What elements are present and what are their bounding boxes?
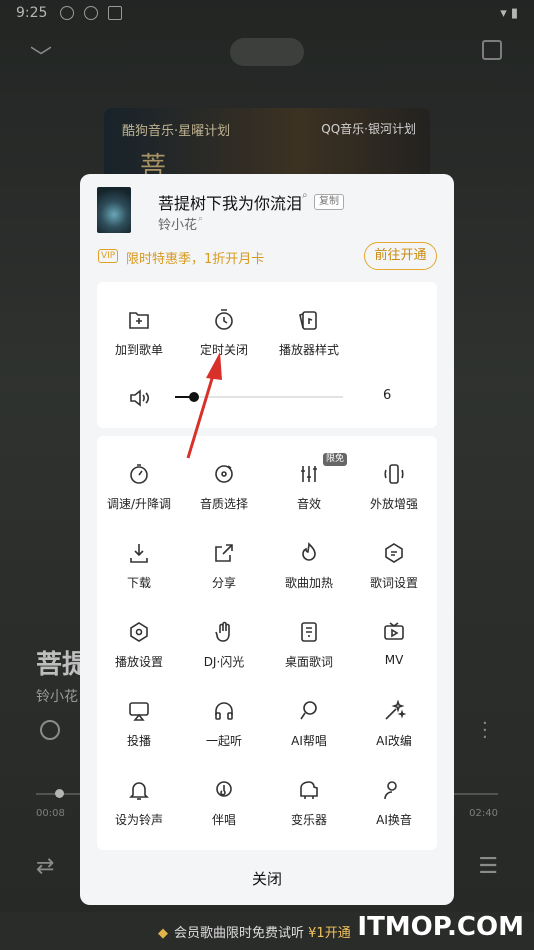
speed-button[interactable]: 调速/升降调 [97,462,181,512]
sleep-timer-button[interactable]: 定时关闭 [182,308,266,358]
item-label: 桌面歌词 [284,655,333,669]
ai-voice-icon [382,778,406,802]
item-label: 设为铃声 [114,813,163,827]
item-label: 播放设置 [114,655,163,669]
item-label: 音质选择 [199,497,248,511]
ai-voice-button[interactable]: AI换音 [352,778,436,828]
dj-hand-button[interactable]: DJ·闪光 [182,620,266,670]
diamond-icon: ◆ [158,926,168,941]
download-icon [127,541,151,565]
more-options-sheet: 菩提树下我为你流泪 ⌕ 复制 铃小花 ⌕ VIP 限时特惠季，1折开月卡 前往开… [80,174,454,905]
item-label: 分享 [211,576,236,590]
vip-badge: VIP [98,249,119,263]
headphones-button[interactable]: 一起听 [182,699,266,749]
flame-button[interactable]: 歌曲加热 [267,541,351,591]
more-functions-card: 限免 调速/升降调 音质选择 音效 外放增强 下载 分享 歌曲加热 歌词设置 播放设置 DJ·闪光… [97,436,437,850]
item-label: 变乐器 [290,813,327,827]
tv-button[interactable]: MV [352,620,436,667]
item-label: 播放器样式 [278,343,339,357]
bell-button[interactable]: 设为铃声 [97,778,181,828]
folder-plus-icon [127,308,151,332]
volume-slider[interactable] [175,396,343,398]
accompany-button[interactable]: 伴唱 [182,778,266,828]
sparkle-wand-icon [382,699,407,723]
speed-icon [127,462,151,486]
sheet-artist[interactable]: 铃小花 [158,214,197,233]
equalizer-icon [297,462,321,486]
share-button[interactable]: 分享 [182,541,266,591]
download-button[interactable]: 下载 [97,541,181,591]
item-label: 定时关闭 [199,343,248,357]
quality-icon [212,462,236,486]
equalizer-button[interactable]: 音效 [267,462,351,512]
bell-icon [127,778,151,802]
item-label: 歌词设置 [369,576,418,590]
item-label: DJ·闪光 [203,655,245,669]
hexagon-icon [127,620,151,644]
sparkle-wand-button[interactable]: AI改编 [352,699,436,749]
item-label: 一起听 [205,734,242,748]
item-label: 加到歌单 [114,343,163,357]
search-small-icon[interactable]: ⌕ [302,190,308,201]
cards-icon [297,308,321,332]
flame-icon [297,541,321,565]
vip-open-button[interactable]: 前往开通 [364,242,437,270]
item-label: 音效 [296,497,321,511]
item-label: 投播 [126,734,151,748]
add-to-playlist-button[interactable]: 加到歌单 [97,308,181,358]
cast-icon [127,699,151,723]
item-label: AI换音 [376,813,412,827]
item-label: 下载 [126,576,151,590]
item-label: 调速/升降调 [106,497,172,511]
dj-hand-icon [212,620,236,644]
search-small-icon[interactable]: ⌕ [198,214,203,224]
headphones-icon [212,699,236,723]
player-style-button[interactable]: 播放器样式 [267,308,351,358]
quality-button[interactable]: 音质选择 [182,462,266,512]
item-label: 伴唱 [211,813,236,827]
hexagon-button[interactable]: 播放设置 [97,620,181,670]
timer-icon [212,308,236,332]
volume-knob[interactable] [188,392,199,402]
tv-icon [382,620,406,644]
lyrics-settings-button[interactable]: 歌词设置 [352,541,436,591]
accompany-icon [212,778,236,802]
promo-price[interactable]: ¥1开通 [308,926,351,941]
cast-button[interactable]: 投播 [97,699,181,749]
item-label: MV [384,653,404,667]
copy-button[interactable]: 复制 [314,194,344,210]
lyrics-settings-icon [382,541,406,565]
share-icon [212,541,236,565]
vip-promo-text: 限时特惠季，1折开月卡 [126,252,265,267]
item-label: AI帮唱 [291,734,327,748]
close-button[interactable]: 关闭 [80,864,454,894]
volume-value: 6 [383,388,392,403]
desktop-lyrics-icon [297,620,321,644]
watermark: ITMOP.COM [357,912,524,942]
ai-mic-icon [297,699,321,723]
speaker-boost-button[interactable]: 外放增强 [352,462,436,512]
item-label: 歌曲加热 [284,576,333,590]
item-label: 外放增强 [369,497,418,511]
ai-mic-button[interactable]: AI帮唱 [267,699,351,749]
promo-text: 会员歌曲限时免费试听 [174,926,305,941]
volume-icon[interactable] [127,386,151,410]
piano-button[interactable]: 变乐器 [267,778,351,828]
piano-icon [297,778,321,802]
quick-actions-card: 加到歌单 定时关闭 播放器样式 6 [97,282,437,428]
sheet-song-title: 菩提树下我为你流泪 [158,194,303,213]
song-cover-thumbnail [97,187,131,233]
desktop-lyrics-button[interactable]: 桌面歌词 [267,620,351,670]
item-label: AI改编 [376,734,412,748]
speaker-boost-icon [382,462,406,486]
